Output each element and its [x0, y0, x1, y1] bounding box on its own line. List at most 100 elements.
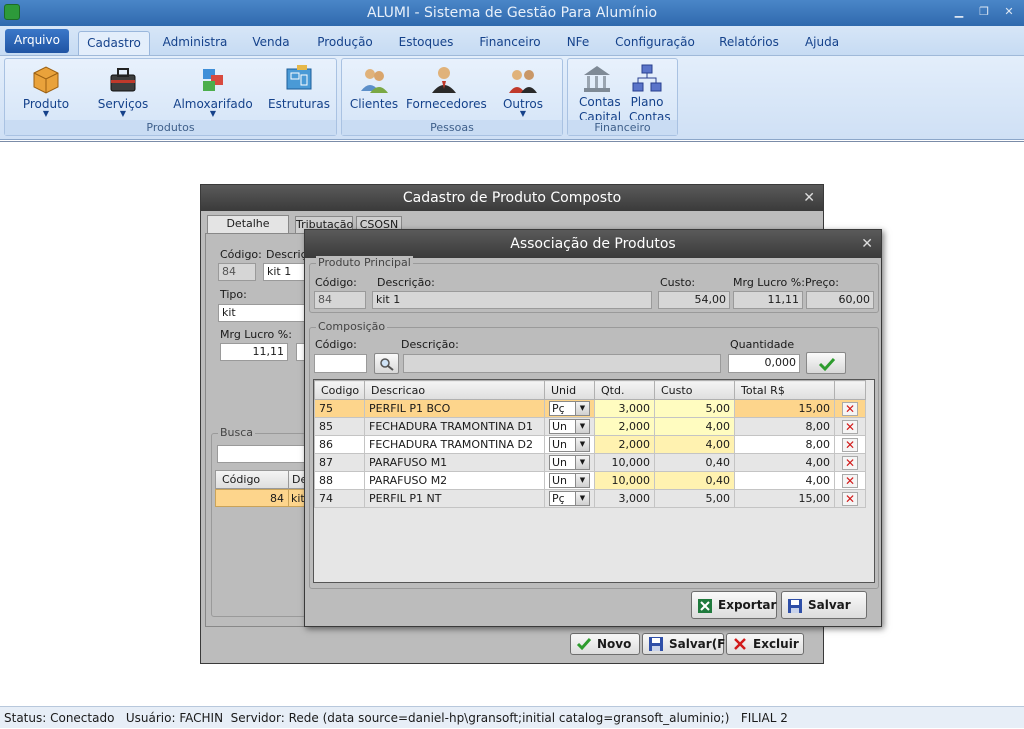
cell-custo[interactable]: 5,00 — [654, 489, 735, 508]
estruturas-button[interactable]: Estruturas — [267, 61, 331, 111]
almoxarifado-button[interactable]: Almoxarifado ▼ — [171, 61, 255, 118]
servicos-button[interactable]: Serviços ▼ — [91, 61, 155, 118]
chevron-down-icon[interactable]: ▼ — [575, 402, 589, 415]
cell-custo[interactable]: 4,00 — [654, 417, 735, 436]
cell-qtd[interactable]: 2,000 — [594, 417, 655, 436]
table-row[interactable]: 87 PARAFUSO M1 Un ▼ 10,000 0,40 4,00 ✕ — [314, 453, 866, 472]
cell-qtd[interactable]: 3,000 — [594, 399, 655, 418]
window-titlebar[interactable]: Cadastro de Produto Composto ✕ — [201, 185, 823, 211]
principal-descricao-field[interactable]: kit 1 — [372, 291, 652, 309]
table-row[interactable]: 85 FECHADURA TRAMONTINA D1 Un ▼ 2,000 4,0… — [314, 417, 866, 436]
tab-estoques[interactable]: Estoques — [392, 31, 460, 55]
window-titlebar[interactable]: Associação de Produtos ✕ — [305, 230, 881, 258]
excluir-button[interactable]: Excluir — [726, 633, 804, 655]
delete-row-icon[interactable]: ✕ — [842, 419, 858, 434]
quantidade-input[interactable]: 0,000 — [728, 354, 800, 373]
unid-select[interactable]: Un ▼ — [544, 453, 595, 472]
close-icon[interactable]: ✕ — [1000, 4, 1018, 20]
col-custo[interactable]: Custo — [654, 380, 735, 400]
tab-arquivo[interactable]: Arquivo — [5, 29, 69, 53]
floppy-icon — [787, 597, 803, 613]
descricao-field[interactable]: kit 1 — [263, 263, 307, 281]
unid-select[interactable]: Pç ▼ — [544, 399, 595, 418]
plano-contas-button[interactable]: Plano Contas — [624, 61, 671, 125]
tipo-field[interactable]: kit — [218, 304, 308, 322]
cell-custo[interactable]: 0,40 — [654, 453, 735, 472]
salvar-button[interactable]: Salvar — [781, 591, 867, 619]
col-codigo[interactable]: Codigo — [314, 380, 365, 400]
delete-row-icon[interactable]: ✕ — [842, 437, 858, 452]
table-row[interactable]: 75 PERFIL P1 BCO Pç ▼ 3,000 5,00 15,00 ✕ — [314, 399, 866, 418]
preco-field[interactable]: 60,00 — [806, 291, 874, 309]
tab-venda[interactable]: Venda — [244, 31, 298, 55]
tab-detalhe-produto[interactable]: Detalhe Produto — [207, 215, 289, 246]
tab-administra[interactable]: Administra — [158, 31, 232, 55]
delete-row-icon[interactable]: ✕ — [842, 473, 858, 488]
mrg-lucro-field[interactable]: 11,11 — [220, 343, 288, 361]
unid-select[interactable]: Pç ▼ — [544, 489, 595, 508]
novo-button[interactable]: Novo — [570, 633, 640, 655]
comp-descricao-field[interactable] — [403, 354, 721, 373]
codigo-field[interactable]: 84 — [218, 263, 256, 281]
chevron-down-icon[interactable]: ▼ — [575, 438, 589, 451]
principal-mrg-field[interactable]: 11,11 — [733, 291, 803, 309]
comp-codigo-input[interactable] — [314, 354, 367, 373]
principal-codigo-field[interactable]: 84 — [314, 291, 366, 309]
close-icon[interactable]: ✕ — [803, 185, 815, 211]
contas-capital-button[interactable]: Contas Capital — [574, 61, 621, 125]
clientes-button[interactable]: Clientes — [348, 61, 400, 111]
unid-select[interactable]: Un ▼ — [544, 417, 595, 436]
window-title: Cadastro de Produto Composto — [402, 190, 622, 206]
custo-field[interactable]: 54,00 — [658, 291, 730, 309]
tab-nfe[interactable]: NFe — [560, 31, 596, 55]
table-row[interactable]: 88 PARAFUSO M2 Un ▼ 10,000 0,40 4,00 ✕ — [314, 471, 866, 490]
busca-grid-row[interactable]: 84 kit — [215, 489, 307, 507]
tab-cadastro[interactable]: Cadastro — [78, 31, 150, 55]
search-button[interactable] — [374, 353, 399, 374]
delete-row-icon[interactable]: ✕ — [842, 491, 858, 506]
fornecedores-label: Fornecedores — [406, 97, 487, 111]
produto-button[interactable]: Produto ▼ — [15, 61, 77, 118]
tab-financeiro[interactable]: Financeiro — [472, 31, 548, 55]
outros-button[interactable]: Outros ▼ — [492, 61, 554, 118]
unid-select[interactable]: Un ▼ — [544, 471, 595, 490]
add-item-button[interactable] — [806, 352, 846, 374]
table-row[interactable]: 74 PERFIL P1 NT Pç ▼ 3,000 5,00 15,00 ✕ — [314, 489, 866, 508]
tab-relatorios[interactable]: Relatórios — [714, 31, 784, 55]
cell-qtd[interactable]: 10,000 — [594, 453, 655, 472]
cell-custo[interactable]: 4,00 — [654, 435, 735, 454]
floppy-icon — [648, 636, 664, 652]
fornecedores-button[interactable]: Fornecedores — [406, 61, 487, 111]
grid-header-codigo[interactable]: Código — [222, 473, 260, 486]
cell-custo[interactable]: 0,40 — [654, 471, 735, 490]
ribbon: Produto ▼ Serviços ▼ Almoxarifado ▼ Estr… — [0, 56, 1024, 140]
salvar-f2-button[interactable]: Salvar(F2) — [642, 633, 739, 655]
cell-qtd[interactable]: 10,000 — [594, 471, 655, 490]
tab-producao[interactable]: Produção — [310, 31, 380, 55]
chevron-down-icon[interactable]: ▼ — [575, 474, 589, 487]
chevron-down-icon[interactable]: ▼ — [575, 456, 589, 469]
col-qtd[interactable]: Qtd. — [594, 380, 655, 400]
delete-row-icon[interactable]: ✕ — [842, 455, 858, 470]
unid-select[interactable]: Un ▼ — [544, 435, 595, 454]
delete-row-icon[interactable]: ✕ — [842, 401, 858, 416]
chevron-down-icon[interactable]: ▼ — [575, 420, 589, 433]
org-chart-icon — [631, 63, 663, 95]
estruturas-label: Estruturas — [268, 97, 330, 111]
busca-input[interactable] — [217, 445, 305, 463]
comp-codigo-label: Código: — [315, 338, 357, 351]
restore-icon[interactable]: ❐ — [975, 4, 993, 20]
tab-configuracao[interactable]: Configuração — [608, 31, 702, 55]
chevron-down-icon[interactable]: ▼ — [575, 492, 589, 505]
minimize-icon[interactable]: ▁ — [950, 4, 968, 20]
table-row[interactable]: 86 FECHADURA TRAMONTINA D2 Un ▼ 2,000 4,0… — [314, 435, 866, 454]
exportar-button[interactable]: Exportar — [691, 591, 777, 619]
col-unid[interactable]: Unid — [544, 380, 595, 400]
close-icon[interactable]: ✕ — [861, 230, 873, 258]
col-descricao[interactable]: Descricao — [364, 380, 545, 400]
tab-ajuda[interactable]: Ajuda — [796, 31, 848, 55]
cell-qtd[interactable]: 2,000 — [594, 435, 655, 454]
cell-qtd[interactable]: 3,000 — [594, 489, 655, 508]
cell-custo[interactable]: 5,00 — [654, 399, 735, 418]
col-total[interactable]: Total R$ — [734, 380, 835, 400]
